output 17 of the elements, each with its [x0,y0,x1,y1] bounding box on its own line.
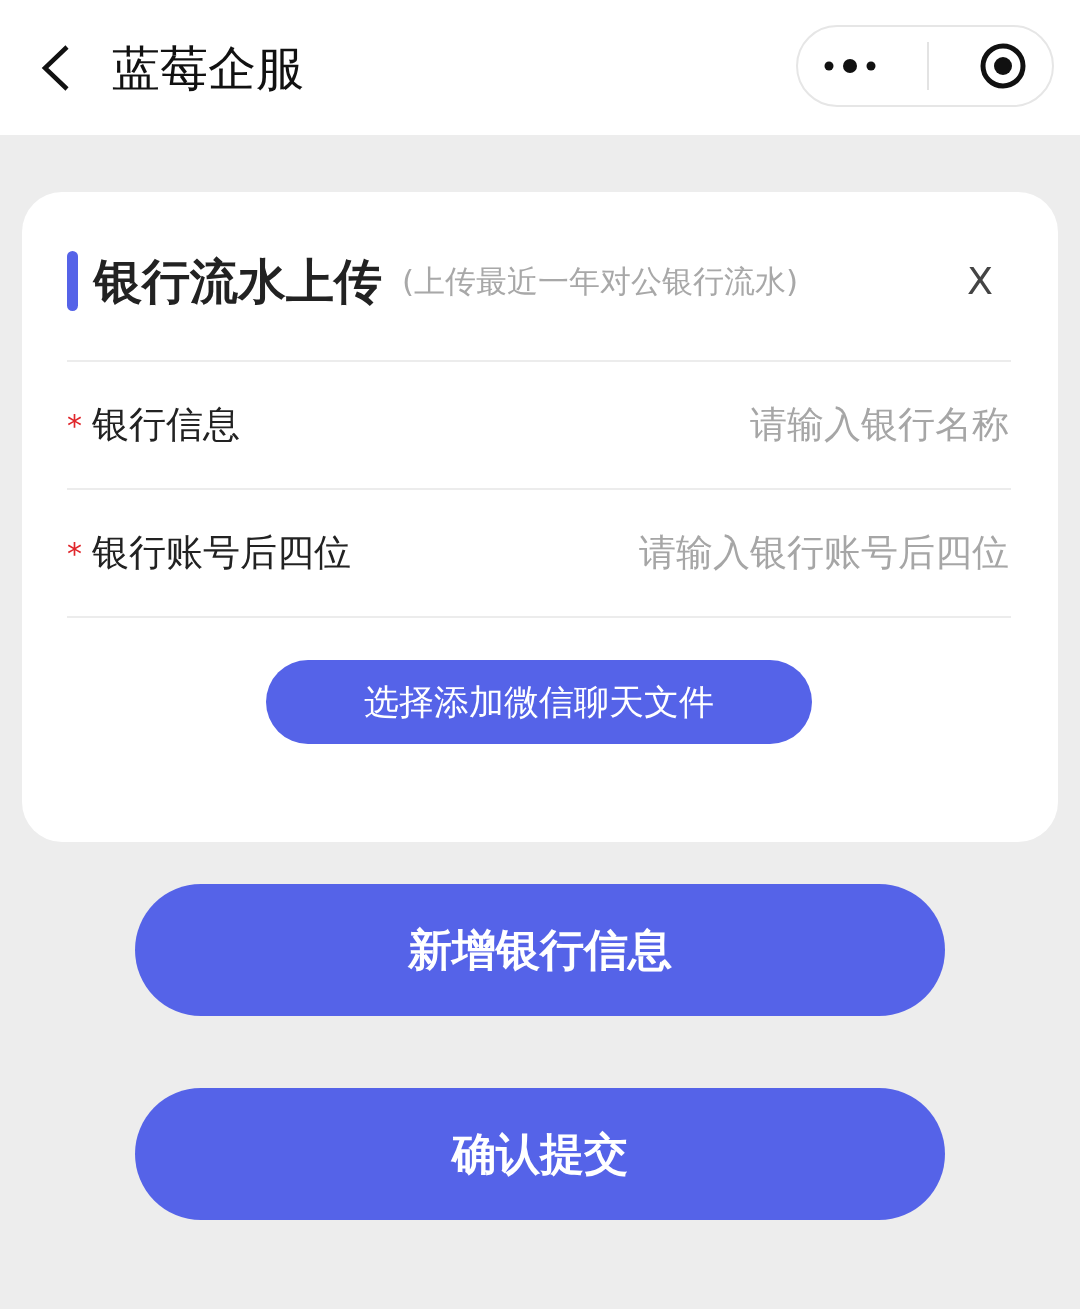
card-hint: (上传最近一年对公银行流水) [402,261,799,301]
field-label: 银行账号后四位 [92,530,351,577]
required-mark: * [67,534,82,573]
action-button[interactable]: 确认提交 [135,1088,945,1220]
close-button[interactable]: X [966,252,993,310]
page-title: 蓝莓企服 [112,38,304,98]
accent-bar [67,251,78,311]
more-icon[interactable] [823,57,877,74]
field-label: 银行信息 [92,402,240,449]
upload-button[interactable]: 选择添加微信聊天文件 [266,660,812,744]
required-mark: * [67,406,82,445]
input-field[interactable]: 请输入银行账号后四位 [351,524,1011,582]
action-button[interactable]: 新增银行信息 [135,884,945,1016]
back-icon[interactable] [40,43,70,92]
card-title: 银行流水上传 [94,252,382,311]
input-field[interactable]: 请输入银行名称 [240,396,1011,454]
target-icon[interactable] [979,41,1027,90]
